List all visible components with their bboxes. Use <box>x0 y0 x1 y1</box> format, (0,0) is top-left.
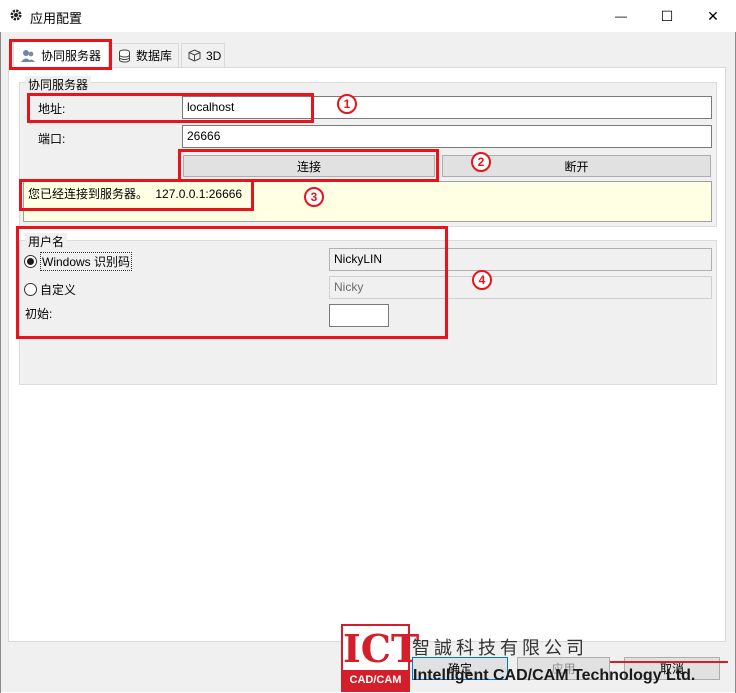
window-title: 应用配置 <box>30 11 83 26</box>
tab-database[interactable]: 数据库 <box>111 43 179 67</box>
port-input[interactable]: 26666 <box>182 125 712 148</box>
company-name-en: Intelligent CAD/CAM Technology Ltd. <box>413 667 696 684</box>
port-label: 端口: <box>38 132 66 146</box>
database-icon <box>119 49 130 62</box>
annotation-number: 1 <box>337 94 357 114</box>
annotation-box-address <box>27 93 314 123</box>
tab-label: 3D <box>206 48 222 63</box>
logo-text: ICT <box>343 626 420 671</box>
title-bar[interactable]: 应用配置 — ☐ ✕ <box>0 0 736 32</box>
maximize-icon: ☐ <box>660 7 674 24</box>
annotation-box-connect <box>178 149 439 182</box>
minimize-icon: — <box>615 9 627 23</box>
annotation-box-username <box>16 226 448 339</box>
company-logo: ICT CAD/CAM <box>341 624 420 692</box>
close-button[interactable]: ✕ <box>690 0 736 32</box>
close-icon: ✕ <box>707 7 719 24</box>
annotation-number: 3 <box>304 187 324 207</box>
minimize-button[interactable]: — <box>598 0 644 32</box>
company-name-cn: 智誠科技有限公司 <box>412 638 588 659</box>
annotation-box-tab <box>9 39 112 70</box>
logo-subtext: CAD/CAM <box>343 670 408 690</box>
watermark-rule <box>610 661 728 663</box>
server-group-title: 协同服务器 <box>25 76 92 93</box>
annotation-box-status <box>19 179 254 211</box>
maximize-button[interactable]: ☐ <box>644 0 690 32</box>
gear-icon <box>10 9 22 21</box>
tab-label: 数据库 <box>136 49 173 63</box>
cube-icon <box>188 49 201 62</box>
tab-3d[interactable]: 3D <box>181 43 225 67</box>
annotation-number: 4 <box>472 270 492 290</box>
annotation-number: 2 <box>471 152 491 172</box>
